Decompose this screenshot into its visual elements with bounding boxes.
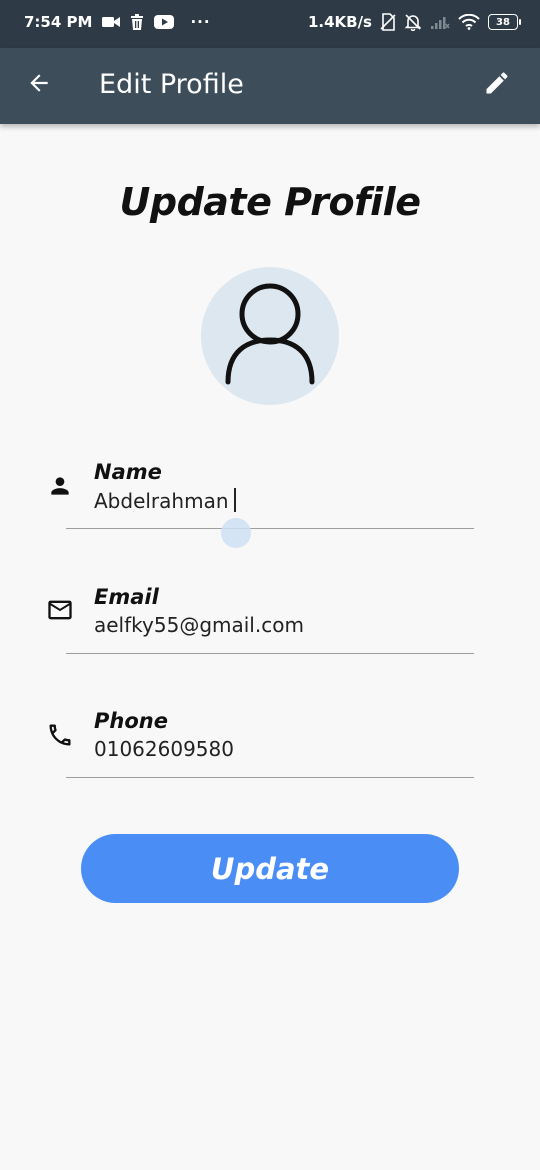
cursor-handle[interactable] [221, 518, 251, 548]
page-title: Update Profile [119, 180, 421, 224]
back-button[interactable] [22, 68, 56, 102]
video-camera-icon [102, 15, 121, 29]
edit-button[interactable] [480, 68, 514, 102]
person-outline-icon [222, 282, 318, 391]
app-bar: Edit Profile [0, 48, 540, 124]
status-more-indicator: ··· [190, 13, 211, 31]
arrow-back-icon [26, 70, 52, 101]
avatar[interactable] [201, 267, 339, 405]
sim-off-icon [380, 13, 396, 31]
battery-icon: 38 [488, 14, 521, 30]
name-label: Name [94, 460, 162, 484]
phone-label: Phone [94, 709, 168, 733]
email-underline [66, 653, 474, 654]
phone-input[interactable]: 01062609580 [94, 737, 474, 761]
status-bar-right: 1.4KB/s 38 [307, 13, 521, 31]
signal-icon [430, 14, 450, 30]
status-time: 7:54 PM [24, 13, 93, 31]
phone-icon [44, 719, 76, 751]
name-input[interactable]: Abdelrahman [94, 488, 474, 513]
wifi-icon [458, 14, 480, 30]
name-underline [66, 528, 474, 529]
text-cursor [233, 488, 236, 512]
status-bar-left: 7:54 PM ··· [24, 13, 211, 31]
status-bar: 7:54 PM ··· 1.4KB/s 38 [0, 0, 540, 48]
mail-icon [44, 594, 76, 626]
email-label: Email [94, 585, 159, 609]
update-button[interactable]: Update [81, 834, 459, 903]
person-icon [44, 470, 76, 502]
youtube-icon [154, 15, 175, 29]
phone-underline [66, 777, 474, 778]
name-value: Abdelrahman [94, 489, 229, 513]
notifications-off-icon [404, 13, 422, 31]
trash-icon [130, 14, 144, 30]
email-input[interactable]: aelfky55@gmail.com [94, 613, 474, 637]
battery-level: 38 [496, 16, 510, 28]
app-bar-title: Edit Profile [99, 69, 244, 100]
network-speed: 1.4KB/s [307, 13, 372, 31]
edit-pencil-icon [483, 69, 511, 102]
